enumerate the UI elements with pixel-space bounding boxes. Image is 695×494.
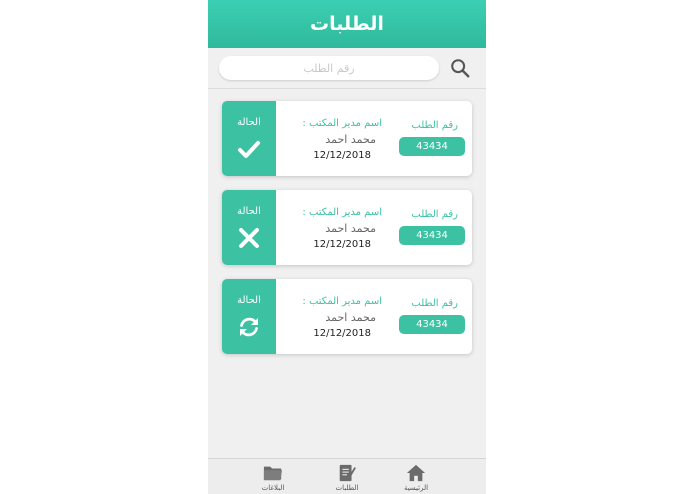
request-card[interactable]: الحالة اسم مدير المكتب : محمد احمد 12/12… (222, 190, 472, 265)
manager-name: محمد احمد (325, 133, 376, 146)
request-card[interactable]: الحالة اسم مدير المكتب : محمد احمد 12/12… (222, 279, 472, 354)
app-header: الطلبات (208, 0, 486, 48)
request-card[interactable]: الحالة اسم مدير المكتب : محمد احمد 12/12… (222, 101, 472, 176)
nav-label: الرئيسية (403, 484, 429, 492)
nav-item-reports[interactable]: البلاغات (243, 461, 303, 493)
search-icon[interactable] (449, 57, 471, 79)
refresh-icon (240, 317, 258, 337)
nav-label: البلاغات (261, 484, 285, 492)
request-number-badge[interactable]: 43434 (399, 315, 465, 334)
page-title: الطلبات (310, 13, 384, 35)
document-icon (339, 464, 356, 482)
app-screen: الطلبات الحالة اسم مدير المكتب : محمد اح… (208, 0, 486, 494)
status-panel: الحالة (222, 190, 276, 265)
folder-icon (263, 466, 283, 481)
request-number-label: رقم الطلب (411, 120, 458, 131)
nav-item-home[interactable]: الرئيسية (386, 461, 446, 493)
request-date: 12/12/2018 (313, 328, 371, 339)
status-label: الحالة (237, 206, 261, 217)
manager-label: اسم مدير المكتب : (302, 207, 382, 218)
request-number-badge[interactable]: 43434 (399, 137, 465, 156)
check-icon (238, 141, 260, 158)
search-input[interactable] (219, 56, 439, 80)
search-bar (208, 48, 486, 89)
request-number-label: رقم الطلب (411, 298, 458, 309)
nav-label: الطلبات (335, 484, 359, 492)
request-date: 12/12/2018 (313, 150, 371, 161)
close-icon (239, 228, 259, 248)
home-icon (406, 464, 426, 482)
nav-item-requests[interactable]: الطلبات (317, 461, 377, 493)
manager-label: اسم مدير المكتب : (302, 296, 382, 307)
manager-name: محمد احمد (325, 222, 376, 235)
request-number-label: رقم الطلب (411, 209, 458, 220)
status-panel: الحالة (222, 279, 276, 354)
manager-name: محمد احمد (325, 311, 376, 324)
request-number-badge[interactable]: 43434 (399, 226, 465, 245)
manager-label: اسم مدير المكتب : (302, 118, 382, 129)
bottom-nav: البلاغات الطلبات الرئيسية (208, 458, 486, 494)
status-label: الحالة (237, 117, 261, 128)
request-date: 12/12/2018 (313, 239, 371, 250)
status-label: الحالة (237, 295, 261, 306)
status-panel: الحالة (222, 101, 276, 176)
